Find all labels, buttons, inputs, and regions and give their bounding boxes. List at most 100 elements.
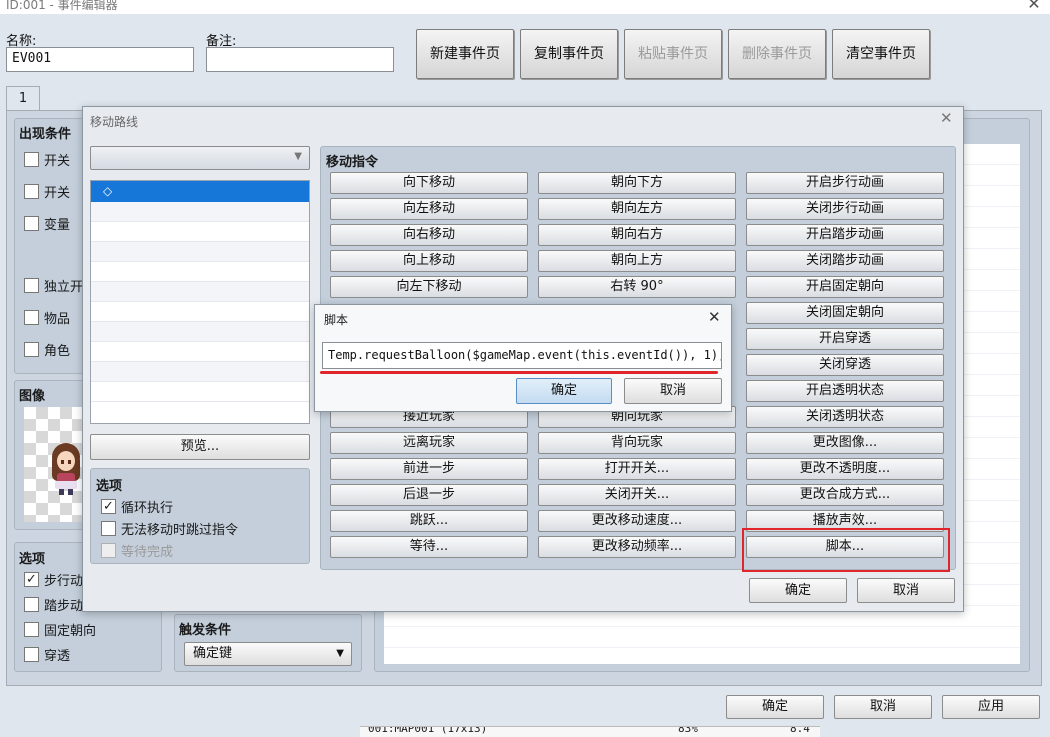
move-command-button[interactable]: 右转 90° xyxy=(538,276,736,298)
move-command-button[interactable]: 跳跃... xyxy=(330,510,528,532)
option-stepping[interactable]: 踏步动 xyxy=(24,595,83,614)
move-command-button[interactable]: 开启步行动画 xyxy=(746,172,944,194)
route-list-item-selected[interactable]: ◇ xyxy=(91,181,309,202)
map-name: 001:MAP001 (17x13) xyxy=(368,726,488,735)
move-command-button[interactable]: 朝向右方 xyxy=(538,224,736,246)
list-item[interactable] xyxy=(91,282,309,302)
move-command-button[interactable]: 更改图像... xyxy=(746,432,944,454)
note-input[interactable] xyxy=(206,47,394,72)
checkbox[interactable] xyxy=(24,597,39,612)
option-through[interactable]: 穿透 xyxy=(24,645,70,664)
move-command-button[interactable]: 关闭踏步动画 xyxy=(746,250,944,272)
condition-label: 开关 xyxy=(44,154,71,169)
apply-button[interactable]: 应用 xyxy=(942,695,1040,719)
option-label: 固定朝向 xyxy=(44,624,97,639)
move-command-button[interactable]: 朝向下方 xyxy=(538,172,736,194)
option-walking[interactable]: 步行动 xyxy=(24,570,83,589)
trigger-select[interactable]: 确定键 ▼ xyxy=(184,642,352,666)
list-item[interactable] xyxy=(91,322,309,342)
option-repeat[interactable]: 循环执行 xyxy=(101,497,173,516)
script-ok-button[interactable]: 确定 xyxy=(516,378,612,404)
condition-item[interactable]: 物品 xyxy=(24,308,70,327)
checkbox[interactable] xyxy=(24,152,39,167)
window-close-icon[interactable]: ✕ xyxy=(1024,0,1044,13)
route-cancel-button[interactable]: 取消 xyxy=(857,578,955,603)
move-command-button[interactable]: 关闭透明状态 xyxy=(746,406,944,428)
paste-page-button[interactable]: 粘贴事件页 xyxy=(624,29,722,79)
condition-actor[interactable]: 角色 xyxy=(24,340,70,359)
move-command-button[interactable]: 前进一步 xyxy=(330,458,528,480)
move-command-button[interactable]: 开启踏步动画 xyxy=(746,224,944,246)
new-page-button[interactable]: 新建事件页 xyxy=(416,29,514,79)
move-command-button[interactable]: 更改不透明度... xyxy=(746,458,944,480)
checkbox[interactable] xyxy=(24,342,39,357)
move-command-button[interactable]: 关闭固定朝向 xyxy=(746,302,944,324)
move-command-button[interactable]: 开启固定朝向 xyxy=(746,276,944,298)
preview-button[interactable]: 预览... xyxy=(90,434,310,460)
move-command-button[interactable]: 朝向上方 xyxy=(538,250,736,272)
checkbox[interactable] xyxy=(24,216,39,231)
option-direction-fix[interactable]: 固定朝向 xyxy=(24,620,96,639)
move-command-button[interactable]: 后退一步 xyxy=(330,484,528,506)
move-command-button[interactable]: 更改移动频率... xyxy=(538,536,736,558)
option-wait[interactable]: 等待完成 xyxy=(101,541,173,560)
script-cancel-button[interactable]: 取消 xyxy=(624,378,722,404)
route-list[interactable]: ◇ xyxy=(90,180,310,424)
list-item[interactable] xyxy=(91,262,309,282)
checkbox-checked[interactable] xyxy=(101,499,116,514)
move-command-button[interactable]: 背向玩家 xyxy=(538,432,736,454)
target-select[interactable]: ▼ xyxy=(90,146,310,170)
checkbox[interactable] xyxy=(24,184,39,199)
move-command-button[interactable]: 关闭开关... xyxy=(538,484,736,506)
move-command-button[interactable]: 更改移动速度... xyxy=(538,510,736,532)
delete-page-button[interactable]: 删除事件页 xyxy=(728,29,826,79)
checkbox[interactable] xyxy=(24,647,39,662)
option-skip[interactable]: 无法移动时跳过指令 xyxy=(101,519,238,538)
script-input[interactable]: Temp.requestBalloon($gameMap.event(this.… xyxy=(322,342,722,369)
list-item[interactable] xyxy=(91,302,309,322)
move-command-button[interactable]: 关闭穿透 xyxy=(746,354,944,376)
image-preview[interactable] xyxy=(24,407,82,522)
move-command-button[interactable]: 开启穿透 xyxy=(746,328,944,350)
trigger-title: 触发条件 xyxy=(179,623,232,638)
name-input[interactable]: EV001 xyxy=(6,47,194,72)
option-label: 步行动 xyxy=(44,574,84,589)
condition-switch-2[interactable]: 开关 xyxy=(24,182,70,201)
condition-self-switch[interactable]: 独立开 xyxy=(24,276,83,295)
move-command-button[interactable]: 朝向左方 xyxy=(538,198,736,220)
move-command-button[interactable]: 向左下移动 xyxy=(330,276,528,298)
list-item[interactable] xyxy=(91,222,309,242)
checkbox[interactable] xyxy=(24,278,39,293)
move-command-button[interactable]: 打开开关... xyxy=(538,458,736,480)
clear-page-button[interactable]: 清空事件页 xyxy=(832,29,930,79)
list-item[interactable] xyxy=(91,382,309,402)
move-command-button[interactable]: 关闭步行动画 xyxy=(746,198,944,220)
list-item[interactable] xyxy=(91,362,309,382)
ok-button[interactable]: 确定 xyxy=(726,695,824,719)
move-command-button[interactable]: 向下移动 xyxy=(330,172,528,194)
move-command-button[interactable]: 向左移动 xyxy=(330,198,528,220)
move-command-button[interactable]: 更改合成方式... xyxy=(746,484,944,506)
list-item[interactable] xyxy=(91,202,309,222)
checkbox[interactable] xyxy=(24,622,39,637)
checkbox[interactable] xyxy=(24,310,39,325)
copy-page-button[interactable]: 复制事件页 xyxy=(520,29,618,79)
script-close-icon[interactable]: ✕ xyxy=(708,308,721,326)
route-ok-button[interactable]: 确定 xyxy=(749,578,847,603)
move-route-close-icon[interactable]: ✕ xyxy=(940,109,953,127)
condition-switch-1[interactable]: 开关 xyxy=(24,150,70,169)
checkbox[interactable] xyxy=(101,521,116,536)
list-item[interactable] xyxy=(91,242,309,262)
condition-variable[interactable]: 变量 xyxy=(24,214,70,233)
move-command-button[interactable]: 远离玩家 xyxy=(330,432,528,454)
move-command-button[interactable]: 等待... xyxy=(330,536,528,558)
move-command-button[interactable]: 向上移动 xyxy=(330,250,528,272)
move-command-button[interactable]: 开启透明状态 xyxy=(746,380,944,402)
list-item[interactable] xyxy=(91,342,309,362)
move-command-button[interactable]: 向右移动 xyxy=(330,224,528,246)
checkbox-checked[interactable] xyxy=(24,572,39,587)
cancel-button[interactable]: 取消 xyxy=(834,695,932,719)
tab-page-1[interactable]: 1 xyxy=(6,86,40,112)
checkbox-disabled[interactable] xyxy=(101,543,116,558)
chevron-down-icon: ▼ xyxy=(336,648,344,659)
